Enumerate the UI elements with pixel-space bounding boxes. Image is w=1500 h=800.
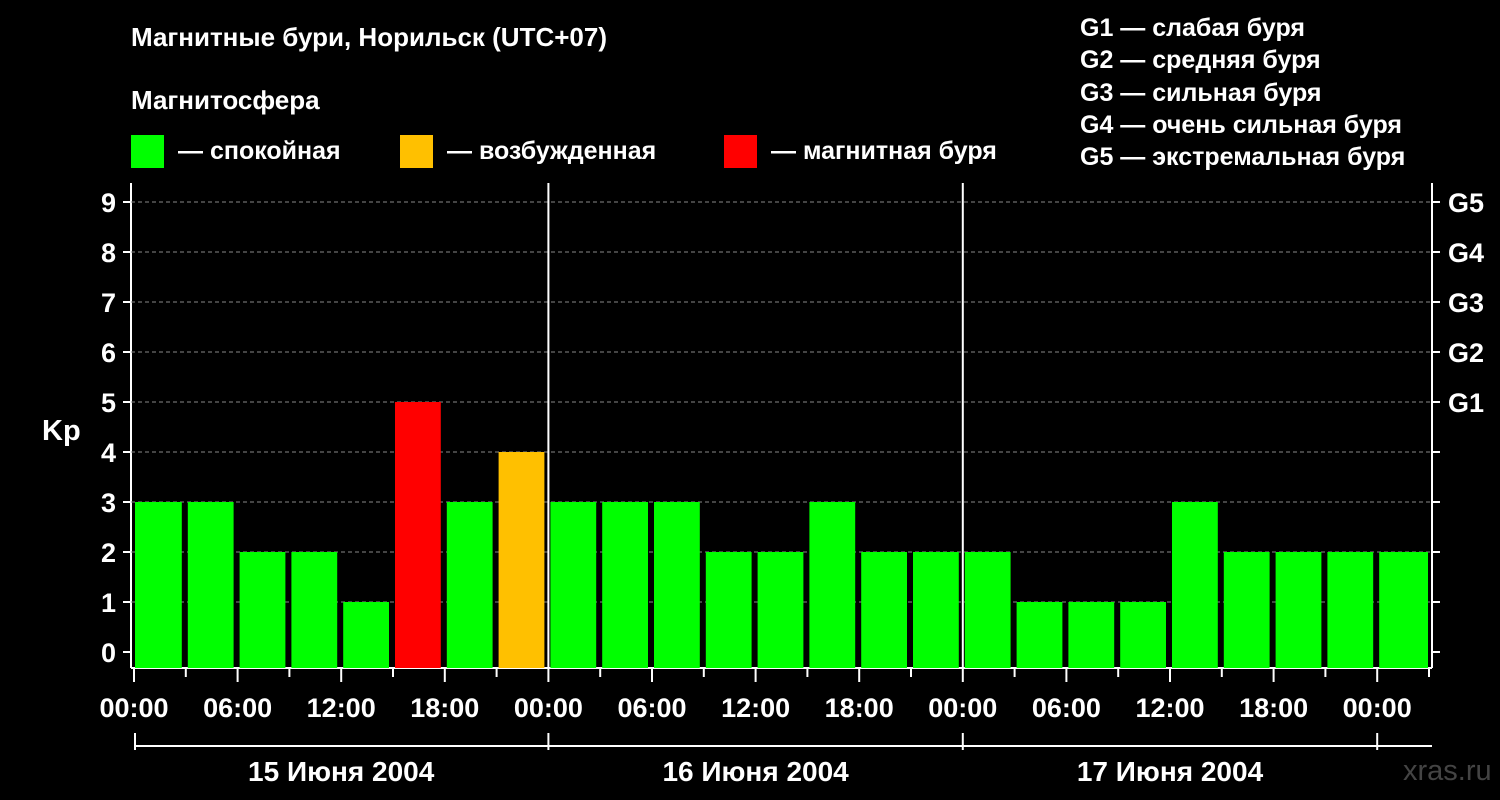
g-level-label: G3 (1448, 288, 1484, 318)
kp-bar-chart: Kp 0 1 2 3 4 5 6 7 8 9 G1 G2 G3 G4 G5 00:00 06:00 12:00 18… (42, 183, 1484, 787)
x-tick-label: 18:00 (1239, 693, 1308, 723)
x-tick-label: 06:00 (1032, 693, 1101, 723)
kp-bar (1120, 602, 1166, 668)
x-tick-label: 18:00 (825, 693, 894, 723)
g-level-label: G5 (1448, 188, 1484, 218)
kp-bar (1223, 552, 1270, 668)
kp-bar (809, 502, 856, 668)
y-tick-label: 3 (101, 488, 116, 518)
kp-bar (498, 452, 545, 668)
kp-bar (291, 552, 338, 668)
y-tick-label: 0 (101, 638, 116, 668)
g-level-label: G4 (1448, 238, 1484, 268)
y-tick-label: 8 (101, 238, 116, 268)
kp-bar (757, 552, 804, 668)
y-tick-label: 4 (101, 438, 116, 468)
x-tick-label: 00:00 (514, 693, 583, 723)
x-tick-label: 00:00 (1343, 693, 1412, 723)
day-label: 16 Июня 2004 (662, 756, 849, 787)
x-tick-label: 12:00 (1135, 693, 1204, 723)
x-tick-label: 06:00 (203, 693, 272, 723)
x-tick-label: 00:00 (928, 693, 997, 723)
kp-bar (343, 602, 389, 668)
x-tick-label: 18:00 (410, 693, 479, 723)
x-tick-label: 06:00 (617, 693, 686, 723)
x-tick-label: 12:00 (721, 693, 790, 723)
y-tick-label: 9 (101, 188, 116, 218)
kp-bar (1379, 552, 1428, 668)
kp-bar (395, 402, 441, 668)
y-tick-label: 2 (101, 538, 116, 568)
kp-bar (1275, 552, 1322, 668)
y-tick-label: 6 (101, 338, 116, 368)
kp-bar (446, 502, 493, 668)
kp-bar (1172, 502, 1218, 668)
kp-bar (1068, 602, 1115, 668)
kp-bar (135, 502, 182, 668)
y-tick-label: 1 (101, 588, 116, 618)
kp-bar (861, 552, 907, 668)
kp-bar (705, 552, 752, 668)
day-label: 17 Июня 2004 (1077, 756, 1264, 787)
kp-bar (550, 502, 597, 668)
kp-bar (1016, 602, 1063, 668)
x-tick-label: 00:00 (99, 693, 168, 723)
g-level-label: G2 (1448, 338, 1484, 368)
kp-bar (654, 502, 700, 668)
x-tick-label: 12:00 (307, 693, 376, 723)
y-tick-label: 7 (101, 288, 116, 318)
kp-bar (913, 552, 959, 668)
kp-bar (239, 552, 286, 668)
kp-bar (602, 502, 648, 668)
day-label: 15 Июня 2004 (248, 756, 435, 787)
kp-bar (1327, 552, 1374, 668)
g-level-label: G1 (1448, 388, 1484, 418)
y-tick-label: 5 (101, 388, 116, 418)
watermark: xras.ru (1403, 755, 1492, 787)
kp-bar (964, 552, 1011, 668)
kp-bar (187, 502, 234, 668)
y-axis-label: Kp (42, 415, 81, 447)
